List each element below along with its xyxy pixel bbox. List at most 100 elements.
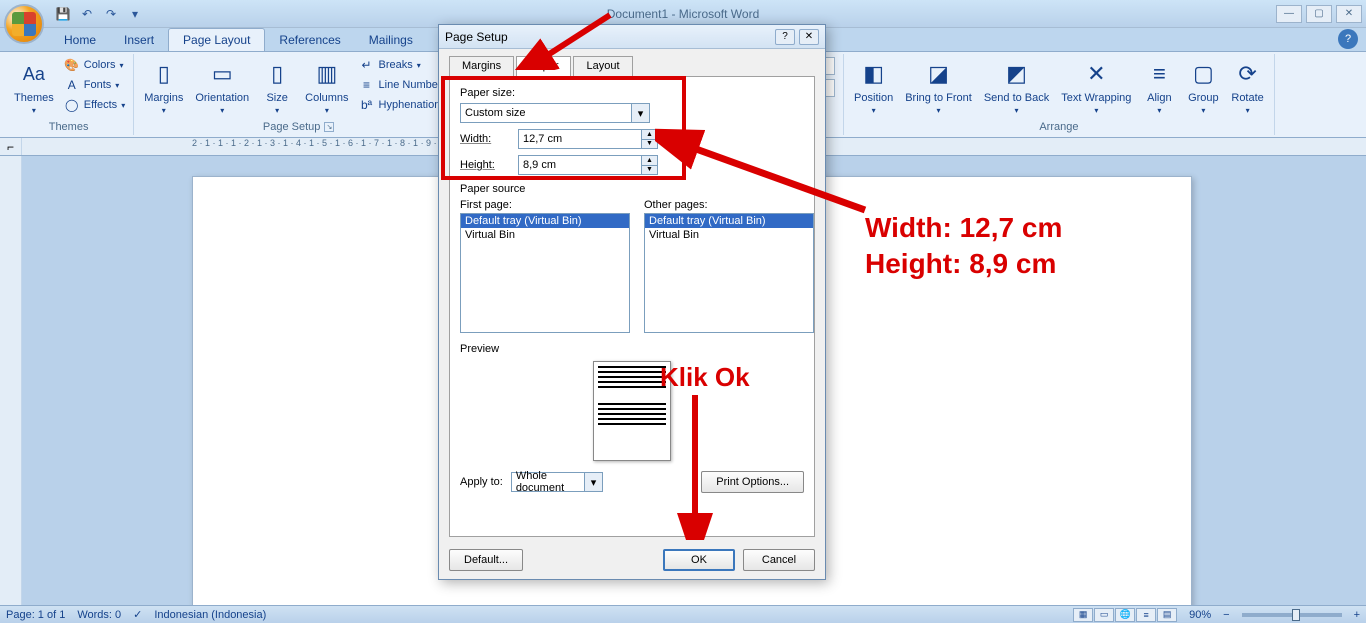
minimize-button[interactable]: — (1276, 5, 1302, 23)
size-button[interactable]: ▯Size▾ (257, 56, 297, 117)
colors-button[interactable]: 🎨Colors▾ (62, 56, 127, 74)
zoom-level[interactable]: 90% (1189, 609, 1211, 621)
margins-button[interactable]: ▯Margins▾ (140, 56, 187, 117)
bring-front-button[interactable]: ◪Bring to Front▾ (901, 56, 976, 117)
columns-icon: ▥ (311, 58, 343, 90)
send-back-button[interactable]: ◩Send to Back▾ (980, 56, 1053, 117)
help-icon[interactable]: ? (1338, 29, 1358, 49)
align-button[interactable]: ≡Align▾ (1139, 56, 1179, 117)
group-page-setup-label: Page Setup (263, 121, 321, 133)
other-pages-option-default[interactable]: Default tray (Virtual Bin) (645, 214, 813, 228)
first-page-option-virtual[interactable]: Virtual Bin (461, 228, 629, 242)
preview-box (593, 361, 671, 461)
orientation-icon: ▭ (206, 58, 238, 90)
dialog-tab-margins[interactable]: Margins (449, 56, 514, 77)
bring-front-icon: ◪ (923, 58, 955, 90)
group-themes: Aa Themes▾ 🎨Colors▾ AFonts▾ ◯Effects▾ Th… (4, 54, 134, 135)
group-button[interactable]: ▢Group▾ (1183, 56, 1223, 117)
themes-icon: Aa (18, 58, 50, 90)
customize-qat-icon[interactable]: ▾ (126, 5, 144, 23)
redo-icon[interactable]: ↷ (102, 5, 120, 23)
view-web[interactable]: 🌐 (1115, 608, 1135, 622)
width-input[interactable]: 12,7 cm ▲▼ (518, 129, 658, 149)
tab-selector[interactable]: ⌐ (0, 138, 22, 155)
width-spin-up[interactable]: ▲ (642, 130, 657, 140)
text-wrapping-button[interactable]: ✕Text Wrapping▾ (1057, 56, 1135, 117)
paper-size-combo[interactable]: Custom size ▾ (460, 103, 650, 123)
tab-mailings[interactable]: Mailings (355, 29, 427, 51)
proofing-icon[interactable]: ✓ (133, 608, 142, 621)
view-buttons: ▦ ▭ 🌐 ≡ ▤ (1073, 608, 1177, 622)
office-button[interactable] (4, 4, 44, 44)
view-full-screen[interactable]: ▭ (1094, 608, 1114, 622)
status-page[interactable]: Page: 1 of 1 (6, 609, 65, 621)
status-words[interactable]: Words: 0 (77, 609, 121, 621)
orientation-button[interactable]: ▭Orientation▾ (191, 56, 253, 117)
themes-button[interactable]: Aa Themes▾ (10, 56, 58, 117)
close-button[interactable]: ✕ (1336, 5, 1362, 23)
undo-icon[interactable]: ↶ (78, 5, 96, 23)
height-spin-down[interactable]: ▼ (642, 166, 657, 175)
first-page-label: First page: (460, 199, 630, 211)
cancel-button[interactable]: Cancel (743, 549, 815, 571)
dialog-tab-layout[interactable]: Layout (573, 56, 632, 77)
height-label: Height: (460, 159, 510, 171)
fonts-button[interactable]: AFonts▾ (62, 76, 127, 94)
dialog-title: Page Setup (445, 30, 508, 44)
fonts-icon: A (64, 77, 80, 93)
margins-icon: ▯ (148, 58, 180, 90)
tab-insert[interactable]: Insert (110, 29, 168, 51)
chevron-down-icon[interactable]: ▾ (631, 104, 649, 122)
width-label: Width: (460, 133, 510, 145)
dialog-help-button[interactable]: ? (775, 29, 795, 45)
first-page-option-default[interactable]: Default tray (Virtual Bin) (461, 214, 629, 228)
dialog-content: Paper size: Custom size ▾ Width: 12,7 cm… (449, 77, 815, 537)
zoom-thumb[interactable] (1292, 609, 1300, 621)
status-language[interactable]: Indonesian (Indonesia) (154, 609, 266, 621)
vertical-ruler[interactable] (0, 156, 22, 605)
other-pages-option-virtual[interactable]: Virtual Bin (645, 228, 813, 242)
rotate-icon: ⟳ (1232, 58, 1264, 90)
columns-button[interactable]: ▥Columns▾ (301, 56, 352, 117)
position-icon: ◧ (858, 58, 890, 90)
print-options-button[interactable]: Print Options... (701, 471, 804, 493)
effects-button[interactable]: ◯Effects▾ (62, 96, 127, 114)
view-print-layout[interactable]: ▦ (1073, 608, 1093, 622)
group-arrange: ◧Position▾ ◪Bring to Front▾ ◩Send to Bac… (844, 54, 1275, 135)
tab-home[interactable]: Home (50, 29, 110, 51)
default-button[interactable]: Default... (449, 549, 523, 571)
width-spin-down[interactable]: ▼ (642, 140, 657, 149)
view-outline[interactable]: ≡ (1136, 608, 1156, 622)
statusbar: Page: 1 of 1 Words: 0 ✓ Indonesian (Indo… (0, 605, 1366, 623)
position-button[interactable]: ◧Position▾ (850, 56, 897, 117)
height-input[interactable]: 8,9 cm ▲▼ (518, 155, 658, 175)
dialog-tab-paper[interactable]: Paper (516, 56, 571, 77)
apply-to-combo[interactable]: Whole document ▾ (511, 472, 603, 492)
other-pages-listbox[interactable]: Default tray (Virtual Bin) Virtual Bin (644, 213, 814, 333)
view-draft[interactable]: ▤ (1157, 608, 1177, 622)
line-numbers-icon: ≡ (359, 77, 375, 93)
dialog-body: Margins Paper Layout Paper size: Custom … (439, 49, 825, 579)
first-page-listbox[interactable]: Default tray (Virtual Bin) Virtual Bin (460, 213, 630, 333)
rotate-button[interactable]: ⟳Rotate▾ (1227, 56, 1267, 117)
zoom-out-button[interactable]: − (1223, 609, 1229, 621)
hyphenation-icon: bª (359, 97, 375, 113)
dialog-close-button[interactable]: ✕ (799, 29, 819, 45)
size-icon: ▯ (261, 58, 293, 90)
colors-icon: 🎨 (64, 57, 80, 73)
group-page-setup: ▯Margins▾ ▭Orientation▾ ▯Size▾ ▥Columns▾… (134, 54, 464, 135)
breaks-icon: ↵ (359, 57, 375, 73)
window-title: Document1 - Microsoft Word (607, 7, 760, 21)
save-icon[interactable]: 💾 (54, 5, 72, 23)
tab-references[interactable]: References (265, 29, 354, 51)
dialog-titlebar: Page Setup ? ✕ (439, 25, 825, 49)
maximize-button[interactable]: ▢ (1306, 5, 1332, 23)
tab-page-layout[interactable]: Page Layout (168, 28, 265, 51)
ok-button[interactable]: OK (663, 549, 735, 571)
page-setup-launcher[interactable]: ↘ (324, 122, 334, 132)
zoom-in-button[interactable]: + (1354, 609, 1360, 621)
zoom-slider[interactable] (1242, 613, 1342, 617)
apply-to-label: Apply to: (460, 476, 503, 488)
chevron-down-icon[interactable]: ▾ (584, 473, 602, 491)
height-spin-up[interactable]: ▲ (642, 156, 657, 166)
